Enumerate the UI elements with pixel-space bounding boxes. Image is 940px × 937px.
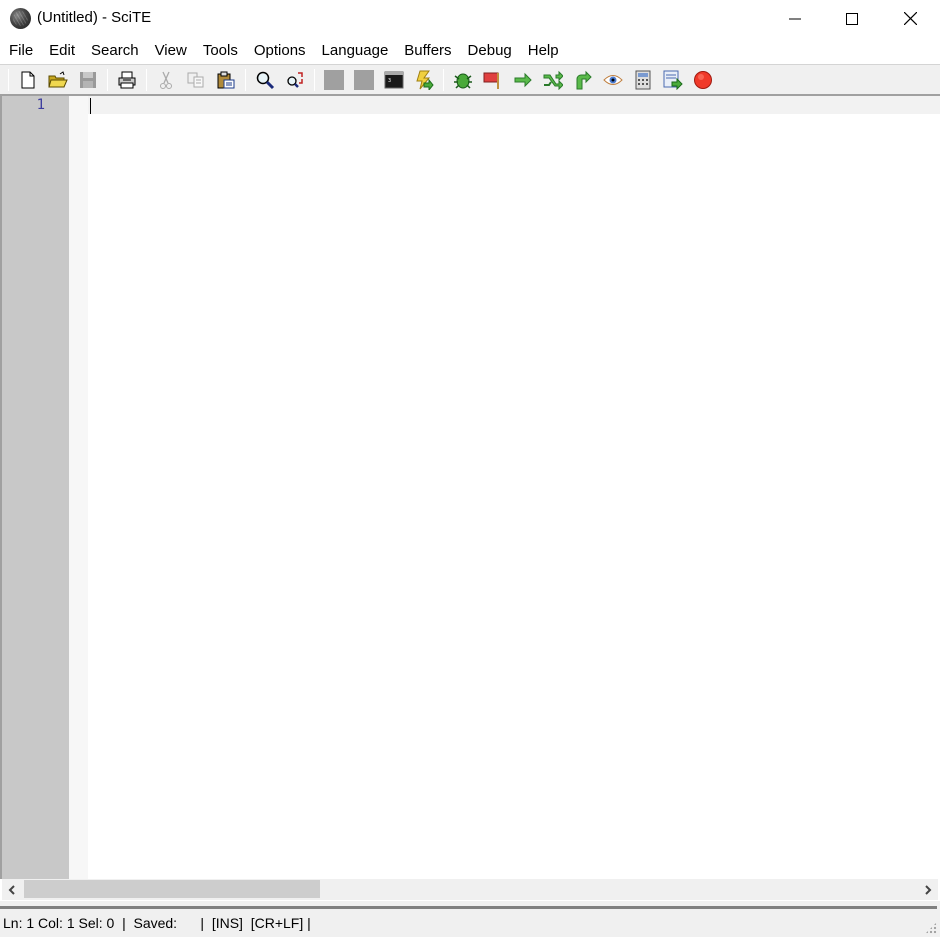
fold-margin[interactable]: [69, 96, 88, 879]
toolbar: 3: [0, 64, 940, 96]
title-bar: (Untitled) - SciTE: [0, 0, 940, 37]
watch-button[interactable]: [601, 68, 625, 92]
debug-bug-icon: [454, 73, 472, 89]
scite-window: (Untitled) - SciTE File Edit Search View…: [0, 0, 940, 937]
chevron-left-icon: [8, 884, 15, 895]
print-icon: [118, 71, 136, 88]
tool-1-button[interactable]: [322, 68, 346, 92]
open-file-button[interactable]: [46, 68, 70, 92]
print-button[interactable]: [115, 68, 139, 92]
copy-button[interactable]: [184, 68, 208, 92]
menu-tools[interactable]: Tools: [195, 37, 246, 64]
debug-button[interactable]: [451, 68, 475, 92]
menu-help[interactable]: Help: [520, 37, 567, 64]
cut-button[interactable]: [154, 68, 178, 92]
new-file-button[interactable]: [16, 68, 40, 92]
export-icon: [663, 70, 683, 90]
paste-icon: [217, 71, 235, 88]
close-icon: [903, 12, 917, 25]
line-number: 1: [36, 97, 45, 113]
resize-grip-icon[interactable]: [925, 922, 937, 934]
toolbar-separator: [8, 68, 9, 91]
paste-button[interactable]: [214, 68, 238, 92]
replace-button[interactable]: [283, 68, 307, 92]
minimize-button[interactable]: [766, 0, 824, 37]
run-macro-icon: [416, 70, 434, 90]
line-number-gutter: 1: [2, 96, 69, 879]
stop-icon: [694, 70, 712, 89]
menu-bar: File Edit Search View Tools Options Lang…: [0, 37, 940, 64]
step-over-icon: [543, 70, 563, 90]
terminal-icon: 3: [384, 71, 404, 88]
breakpoint-flag-icon: [483, 72, 499, 89]
export-button[interactable]: [661, 68, 685, 92]
find-button[interactable]: [253, 68, 277, 92]
cut-icon: [160, 71, 172, 89]
toolbar-separator: [314, 68, 315, 91]
step-button[interactable]: [511, 68, 535, 92]
toolbar-separator: [146, 68, 147, 91]
calculator-icon: [635, 70, 651, 89]
new-file-icon: [21, 71, 35, 88]
step-arrow-icon: [514, 72, 532, 87]
text-area[interactable]: [88, 96, 940, 879]
run-macro-button[interactable]: [412, 68, 436, 92]
menu-language[interactable]: Language: [314, 37, 397, 64]
step-over-button[interactable]: [541, 68, 565, 92]
maximize-button[interactable]: [823, 0, 881, 37]
menu-view[interactable]: View: [147, 37, 195, 64]
output-pane-splitter[interactable]: [0, 900, 940, 909]
find-icon: [256, 71, 275, 89]
status-text: Ln: 1 Col: 1 Sel: 0 | Saved: | [INS] [CR…: [3, 915, 311, 931]
open-folder-icon: [48, 70, 68, 87]
current-line-highlight: [88, 96, 940, 114]
status-bar[interactable]: Ln: 1 Col: 1 Sel: 0 | Saved: | [INS] [CR…: [0, 909, 940, 937]
menu-debug[interactable]: Debug: [460, 37, 520, 64]
step-out-button[interactable]: [571, 68, 595, 92]
chevron-right-icon: [925, 884, 932, 895]
window-title: (Untitled) - SciTE: [37, 9, 152, 26]
toolbar-separator: [443, 68, 444, 91]
maximize-icon: [846, 12, 858, 25]
copy-icon: [187, 72, 204, 87]
scroll-left-button[interactable]: [2, 879, 22, 900]
menu-options[interactable]: Options: [246, 37, 314, 64]
stop-button[interactable]: [691, 68, 715, 92]
toolbar-separator: [107, 68, 108, 91]
scrollbar-thumb[interactable]: [24, 880, 320, 898]
toolbar-separator: [245, 68, 246, 91]
watch-eye-icon: [603, 74, 623, 85]
terminal-button[interactable]: 3: [382, 68, 406, 92]
save-icon: [80, 71, 96, 88]
replace-icon: [287, 71, 303, 88]
blank-tool-1-icon: [324, 69, 344, 90]
menu-file[interactable]: File: [0, 37, 41, 64]
scroll-right-button[interactable]: [918, 879, 938, 900]
blank-tool-2-icon: [354, 69, 374, 90]
editor[interactable]: 1: [0, 96, 940, 879]
breakpoint-button[interactable]: [481, 68, 505, 92]
close-button[interactable]: [881, 0, 939, 37]
svg-text:3: 3: [388, 78, 391, 84]
calculator-button[interactable]: [631, 68, 655, 92]
step-out-icon: [576, 70, 592, 89]
horizontal-scrollbar[interactable]: [2, 879, 938, 900]
tool-2-button[interactable]: [352, 68, 376, 92]
menu-buffers[interactable]: Buffers: [396, 37, 459, 64]
scite-globe-icon: [10, 8, 31, 29]
menu-search[interactable]: Search: [83, 37, 147, 64]
save-button[interactable]: [76, 68, 100, 92]
minimize-icon: [789, 18, 801, 19]
menu-edit[interactable]: Edit: [41, 37, 83, 64]
text-caret: [90, 98, 91, 114]
